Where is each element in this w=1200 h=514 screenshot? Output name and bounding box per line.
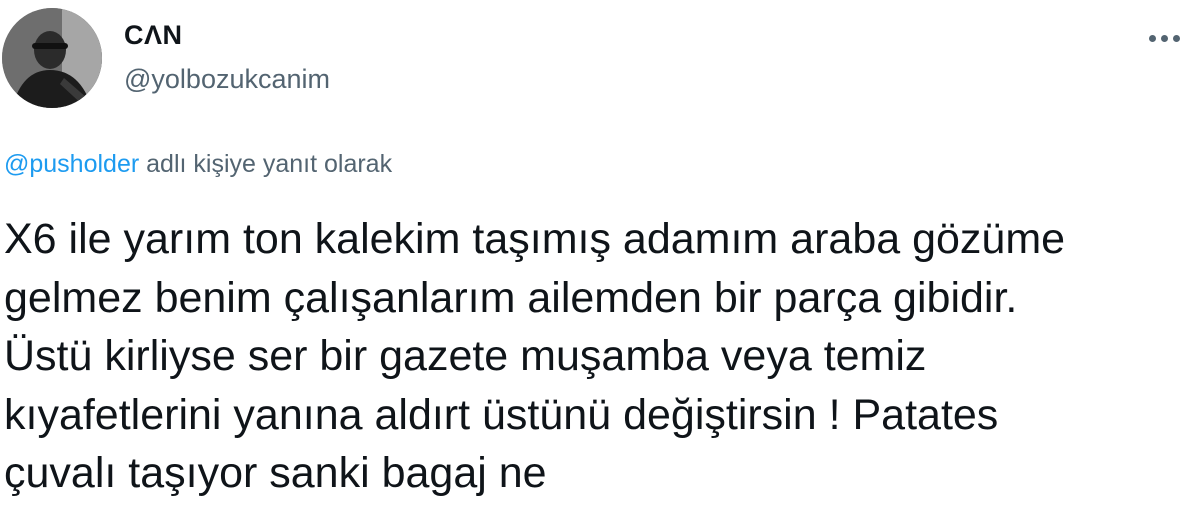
reply-context: @pusholder adlı kişiye yanıt olarak (4, 150, 392, 179)
tweet-text-line: kıyafetlerini yanına aldırt üstünü değiş… (4, 390, 999, 439)
tweet-card: CΛN @yolbozukcanim @pusholder adlı kişiy… (0, 0, 1200, 514)
more-horizontal-icon-dot (1160, 34, 1168, 42)
tweet-text-line: gelmez benim çalışanlarım ailemden bir p… (4, 273, 1018, 322)
tweet-text-line: Üstü kirliyse ser bir gazete muşamba vey… (4, 332, 927, 380)
more-options-button[interactable] (1140, 14, 1188, 62)
tweet-text-line: çuvalı taşıyor sanki bagaj ne (4, 449, 547, 497)
tweet-text: X6 ile yarım ton kalekim taşımış adamım … (4, 210, 1184, 503)
reply-mention-link[interactable]: @pusholder (4, 150, 139, 178)
more-horizontal-icon (1148, 34, 1156, 42)
avatar[interactable] (2, 8, 102, 108)
display-name[interactable]: CΛN (124, 20, 183, 51)
user-handle[interactable]: @yolbozukcanim (124, 64, 330, 95)
avatar-photo (2, 8, 102, 108)
tweet-text-line: X6 ile yarım ton kalekim taşımış adamım … (4, 215, 1066, 263)
more-horizontal-icon-dot (1172, 34, 1180, 42)
reply-context-label: adlı kişiye yanıt olarak (139, 150, 393, 178)
